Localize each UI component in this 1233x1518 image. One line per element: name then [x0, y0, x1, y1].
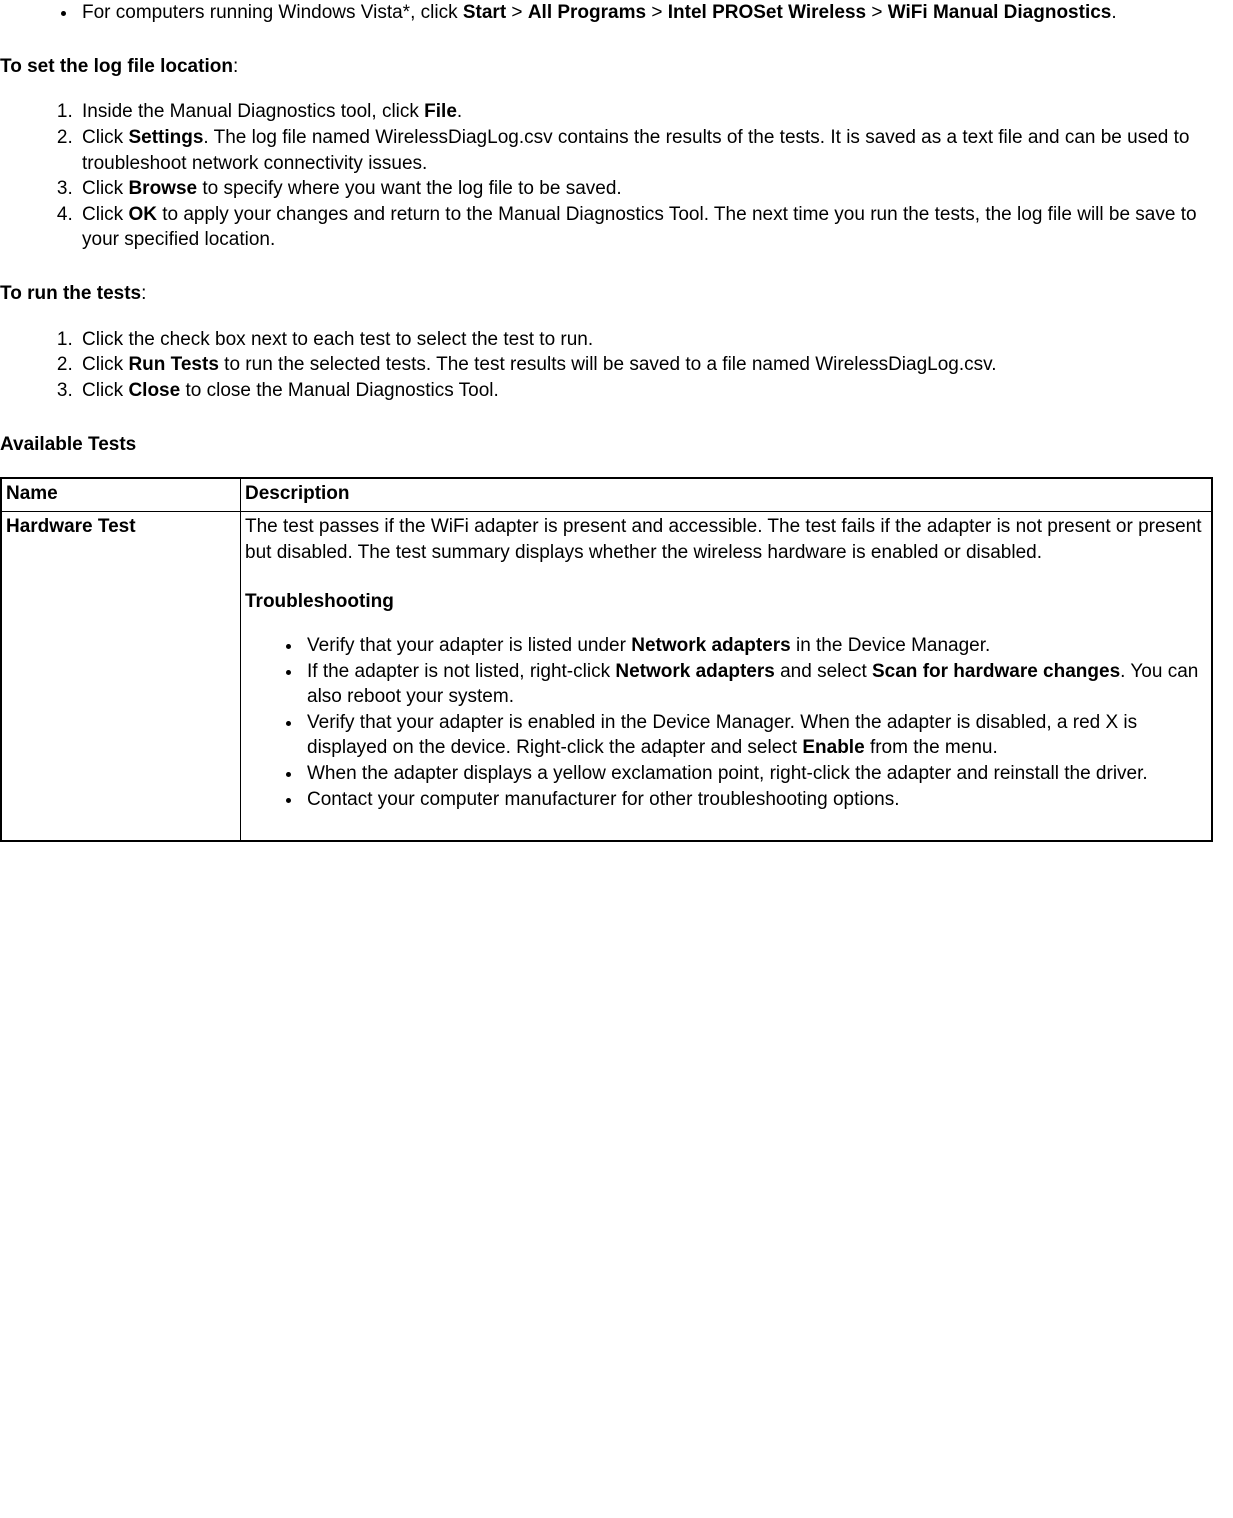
text: Click: [82, 204, 128, 225]
text: to apply your changes and return to the …: [82, 204, 1197, 251]
available-tests-table: Name Description Hardware Test The test …: [0, 477, 1213, 842]
troubleshooting-heading: Troubleshooting: [245, 589, 1207, 615]
bold: Browse: [128, 178, 197, 199]
col-header-name: Name: [1, 478, 241, 511]
list-item: When the adapter displays a yellow excla…: [303, 761, 1207, 787]
intro-bullet: For computers running Windows Vista*, cl…: [78, 0, 1213, 26]
set-log-steps: Inside the Manual Diagnostics tool, clic…: [0, 99, 1213, 253]
bold: Network adapters: [615, 661, 774, 682]
list-item: Click Settings. The log file named Wirel…: [78, 125, 1213, 176]
text: . The log file named WirelessDiagLog.csv…: [82, 127, 1189, 174]
list-item: Inside the Manual Diagnostics tool, clic…: [78, 99, 1213, 125]
list-item: Verify that your adapter is listed under…: [303, 633, 1207, 659]
list-item: Contact your computer manufacturer for o…: [303, 787, 1207, 813]
text: to run the selected tests. The test resu…: [219, 354, 997, 375]
table-row: Hardware Test The test passes if the WiF…: [1, 511, 1212, 841]
text: Click: [82, 178, 128, 199]
col-header-description: Description: [241, 478, 1213, 511]
set-log-heading: To set the log file location:: [0, 54, 1213, 80]
bold: File: [424, 101, 457, 122]
list-item: Click Close to close the Manual Diagnost…: [78, 378, 1213, 404]
text: to close the Manual Diagnostics Tool.: [180, 380, 499, 401]
text: Inside the Manual Diagnostics tool, clic…: [82, 101, 424, 122]
text: from the menu.: [865, 737, 998, 758]
heading-text: To set the log file location: [0, 56, 233, 77]
sep: >: [506, 2, 528, 23]
heading-text: To run the tests: [0, 283, 141, 304]
text: Verify that your adapter is listed under: [307, 635, 631, 656]
bold: OK: [128, 204, 157, 225]
text: When the adapter displays a yellow excla…: [307, 763, 1148, 784]
list-item: Click Browse to specify where you want t…: [78, 176, 1213, 202]
bold: Settings: [128, 127, 203, 148]
test-name-cell: Hardware Test: [1, 511, 241, 841]
text: Verify that your adapter is enabled in t…: [307, 712, 1137, 759]
text: Click: [82, 127, 128, 148]
bold: Close: [128, 380, 180, 401]
bold: Network adapters: [631, 635, 790, 656]
text: .: [457, 101, 462, 122]
text: Click: [82, 380, 128, 401]
run-tests-steps: Click the check box next to each test to…: [0, 327, 1213, 404]
run-tests-heading: To run the tests:: [0, 281, 1213, 307]
text: Click the check box next to each test to…: [82, 329, 593, 350]
list-item: Click OK to apply your changes and retur…: [78, 202, 1213, 253]
troubleshooting-list: Verify that your adapter is listed under…: [245, 633, 1207, 812]
period: .: [1111, 2, 1116, 23]
bold-proset: Intel PROSet Wireless: [668, 2, 866, 23]
text: in the Device Manager.: [791, 635, 991, 656]
text: to specify where you want the log file t…: [197, 178, 622, 199]
bold-start: Start: [463, 2, 506, 23]
list-item: Verify that your adapter is enabled in t…: [303, 710, 1207, 761]
bold-allprograms: All Programs: [528, 2, 646, 23]
desc-paragraph: The test passes if the WiFi adapter is p…: [245, 514, 1207, 565]
list-item: Click Run Tests to run the selected test…: [78, 352, 1213, 378]
table-header-row: Name Description: [1, 478, 1212, 511]
colon: :: [141, 283, 146, 304]
colon: :: [233, 56, 238, 77]
bold: Run Tests: [128, 354, 218, 375]
intro-bullet-list: For computers running Windows Vista*, cl…: [0, 0, 1213, 26]
list-item: Click the check box next to each test to…: [78, 327, 1213, 353]
available-tests-heading: Available Tests: [0, 432, 1213, 458]
bold-wifi-diag: WiFi Manual Diagnostics: [888, 2, 1112, 23]
text: Click: [82, 354, 128, 375]
list-item: If the adapter is not listed, right-clic…: [303, 659, 1207, 710]
test-description-cell: The test passes if the WiFi adapter is p…: [241, 511, 1213, 841]
sep: >: [646, 2, 668, 23]
bold: Enable: [802, 737, 864, 758]
text: and select: [775, 661, 872, 682]
text: Contact your computer manufacturer for o…: [307, 789, 900, 810]
sep: >: [866, 2, 888, 23]
text: For computers running Windows Vista*, cl…: [82, 2, 463, 23]
bold: Scan for hardware changes: [872, 661, 1120, 682]
text: If the adapter is not listed, right-clic…: [307, 661, 615, 682]
